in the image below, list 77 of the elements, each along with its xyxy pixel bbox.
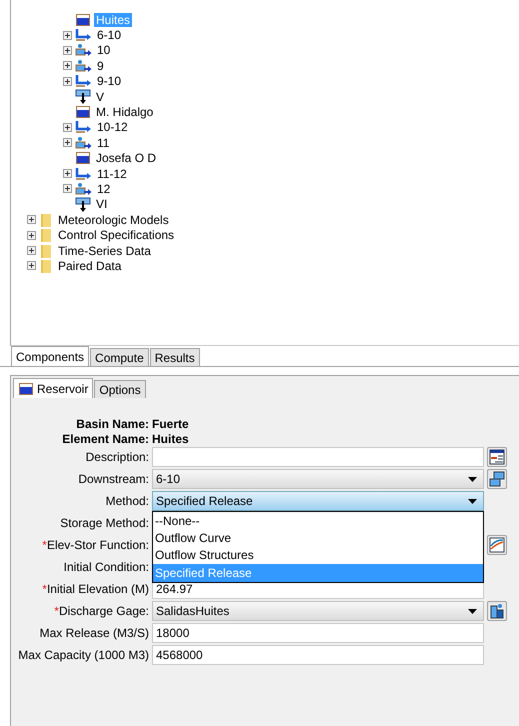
tree-item[interactable]: 6-10 — [95, 28, 124, 42]
river-reach-icon — [75, 28, 92, 42]
subbasin-icon — [75, 43, 92, 58]
input-field[interactable]: 4568000 — [152, 645, 484, 665]
field-value: Huites — [152, 431, 190, 446]
field-label: Method: — [106, 494, 149, 508]
folder-icon — [39, 244, 53, 258]
field-value: Fuerte — [152, 416, 190, 431]
required-marker: * — [42, 582, 47, 596]
junction-icon — [75, 196, 91, 212]
subbasin-icon — [75, 58, 92, 73]
reservoir-icon — [75, 12, 91, 27]
dropdown[interactable]: SalidasHuites — [152, 601, 484, 621]
field-label: Elev-Stor Function: — [46, 538, 149, 552]
tab[interactable]: Options — [94, 380, 146, 398]
field-label: Max Release (M3/S) — [40, 626, 149, 640]
input-field[interactable]: 18000 — [152, 623, 484, 643]
tab[interactable]: Components — [11, 346, 90, 366]
tree-item[interactable]: Josefa O D — [94, 151, 158, 166]
expand-toggle[interactable] — [63, 61, 72, 70]
field-label: Initial Elevation (M) — [46, 582, 149, 596]
tree-item[interactable]: VI — [94, 197, 110, 212]
dropdown[interactable]: 6-10 — [152, 469, 484, 489]
expand-toggle[interactable] — [63, 46, 72, 55]
input-field[interactable] — [152, 447, 484, 467]
folder-icon — [39, 258, 53, 273]
folder-icon — [39, 228, 53, 242]
field-label: Element Name: — [61, 431, 149, 446]
gage-button[interactable] — [487, 601, 507, 621]
field-label: Basin Name: — [75, 416, 149, 431]
tree-item[interactable]: Control Specifications — [56, 228, 176, 242]
expand-toggle[interactable] — [63, 138, 72, 148]
dropdown[interactable]: Specified Release — [152, 491, 484, 511]
tree-item[interactable]: 11-12 — [95, 166, 129, 181]
dropdown-arrow-icon — [468, 498, 477, 504]
field-label: Max Capacity (1000 M3) — [18, 648, 149, 662]
junction-icon — [75, 89, 91, 104]
reservoir-icon — [75, 151, 91, 166]
river-reach-icon — [75, 120, 92, 134]
tab[interactable]: Reservoir — [13, 378, 94, 398]
required-marker: * — [42, 538, 47, 552]
expand-toggle[interactable] — [63, 184, 72, 194]
field-label: Initial Condition: — [64, 560, 149, 574]
chart-button[interactable] — [487, 535, 507, 555]
save-button[interactable] — [487, 469, 507, 489]
tree-item[interactable]: 12 — [95, 182, 112, 196]
dropdown-arrow-icon — [468, 476, 477, 482]
expand-toggle[interactable] — [63, 76, 72, 86]
tree-item[interactable]: Time-Series Data — [56, 244, 153, 258]
tree-item[interactable]: 9 — [95, 58, 106, 73]
field-label: Downstream: — [78, 472, 149, 486]
required-marker: * — [54, 604, 59, 618]
tree-item[interactable]: V — [94, 90, 106, 104]
river-reach-icon — [75, 74, 92, 88]
field-label: Storage Method: — [60, 516, 149, 530]
field-label: Description: — [86, 450, 149, 464]
river-reach-icon — [75, 166, 92, 181]
folder-icon — [39, 212, 53, 227]
subbasin-icon — [75, 136, 92, 150]
subbasin-icon — [75, 182, 92, 196]
tree-item[interactable]: 9-10 — [95, 74, 124, 88]
expand-toggle[interactable] — [63, 122, 72, 132]
dropdown-arrow-icon — [468, 608, 477, 614]
expand-toggle[interactable] — [63, 169, 72, 178]
expand-toggle[interactable] — [63, 30, 72, 40]
field-label: Discharge Gage: — [58, 604, 149, 618]
editor-button[interactable] — [487, 447, 507, 467]
tab[interactable]: Results — [150, 348, 200, 366]
tree-item[interactable]: Paired Data — [56, 258, 124, 273]
tab[interactable]: Compute — [90, 348, 149, 366]
tree-item[interactable]: 11 — [95, 136, 112, 150]
reservoir-icon — [18, 382, 34, 396]
reservoir-icon — [75, 105, 91, 120]
tree-item[interactable]: 10-12 — [95, 120, 130, 134]
tree-item[interactable]: Meteorologic Models — [56, 212, 171, 227]
tree-item[interactable]: M. Hidalgo — [94, 105, 156, 120]
tree-item[interactable]: 10 — [95, 43, 112, 58]
